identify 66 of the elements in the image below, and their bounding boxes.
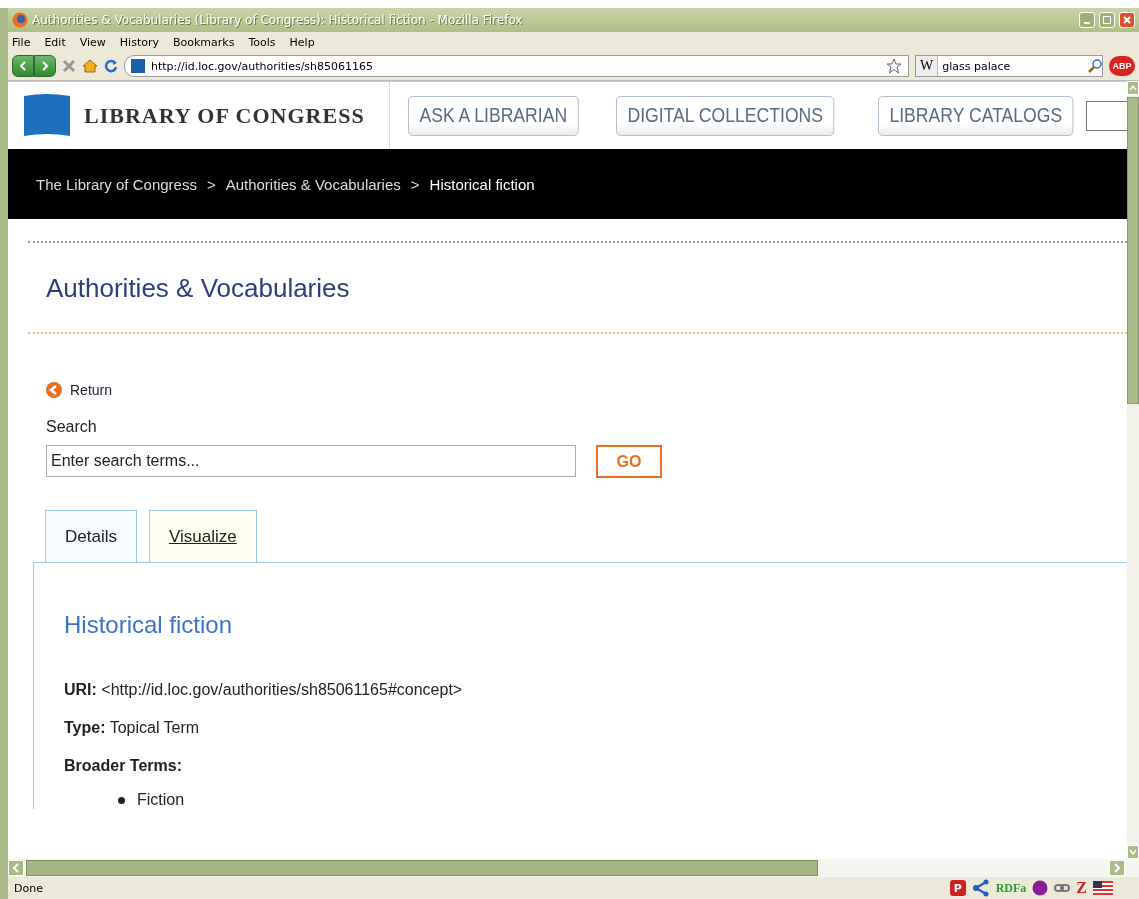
scrollbar-thumb[interactable] (26, 860, 818, 876)
menu-item[interactable]: Edit (44, 35, 66, 49)
record-field: Type: Topical Term (64, 719, 1127, 737)
status-icon[interactable]: P (949, 880, 966, 896)
scroll-up-button[interactable] (1127, 81, 1139, 95)
status-text: Done (14, 881, 44, 895)
stop-button[interactable] (62, 59, 76, 73)
menu-item[interactable]: Bookmarks (173, 35, 235, 49)
field-label: Broader Terms: (64, 757, 183, 775)
library-logo-icon (24, 93, 70, 138)
scrollbar-thumb[interactable] (1127, 97, 1139, 404)
breadcrumb-separator: > (206, 175, 216, 193)
bullet-icon (118, 796, 125, 804)
tab[interactable]: Visualize (148, 510, 257, 562)
window-title: Authorities & Vocabularies (Library of Congress): Historical fiction - Mozilla Firefox (32, 13, 524, 27)
network-icon[interactable] (971, 879, 990, 897)
close-icon (62, 59, 76, 73)
record-heading: Historical fiction (64, 611, 234, 639)
record-field: URI: <http://id.loc.gov/authorities/sh85061165#concept> (64, 681, 1127, 699)
reload-button[interactable] (104, 59, 118, 73)
term-text: Fiction (137, 791, 185, 809)
menu-item[interactable]: History (119, 35, 159, 49)
close-button[interactable] (1119, 12, 1135, 28)
adblock-button[interactable]: ABP (1109, 56, 1135, 76)
orb-icon[interactable] (1032, 880, 1049, 896)
menu-item[interactable]: Tools (248, 35, 276, 49)
return-link[interactable]: Return (46, 382, 1127, 398)
scroll-left-button[interactable] (8, 860, 24, 876)
caret-up-icon (1129, 85, 1137, 91)
header-button[interactable]: DIGITAL COLLECTIONS (615, 95, 834, 136)
reload-icon (104, 59, 118, 73)
tab[interactable]: Details (45, 510, 137, 562)
breadcrumb-separator: > (410, 175, 420, 193)
status-icon[interactable]: Z (1076, 879, 1087, 897)
flag-icon[interactable] (1093, 881, 1113, 895)
breadcrumb-link[interactable]: Historical fiction (429, 175, 535, 193)
menu-item[interactable]: Help (289, 35, 315, 49)
breadcrumb-link[interactable]: The Library of Congress (36, 175, 197, 193)
search-input[interactable]: Enter search terms... (46, 445, 576, 477)
caret-down-icon (1129, 849, 1137, 855)
site-icon (131, 59, 145, 73)
forward-button[interactable] (34, 55, 56, 77)
maximize-button[interactable] (1099, 12, 1115, 28)
menu-item[interactable]: View (79, 35, 106, 49)
browser-logo-icon (12, 12, 28, 28)
scroll-right-button[interactable] (1109, 860, 1125, 876)
maximize-icon (1103, 16, 1111, 24)
back-button[interactable] (12, 55, 34, 77)
star-icon[interactable] (886, 58, 902, 74)
link-icon[interactable] (1054, 883, 1071, 893)
menu-item[interactable]: File (12, 35, 31, 49)
page-title: Authorities & Vocabularies (46, 273, 351, 304)
home-button[interactable] (82, 59, 98, 73)
breadcrumb-link[interactable]: Authorities & Vocabularies (225, 175, 401, 193)
search-field[interactable]: W glass palace (915, 55, 1103, 77)
search-engine-button[interactable]: W (916, 56, 939, 76)
search-icon (1088, 59, 1102, 73)
header-button[interactable]: ASK A LIBRARIAN (407, 95, 579, 136)
minimize-button[interactable] (1079, 12, 1095, 28)
search-label: Search (46, 418, 98, 436)
address-bar[interactable]: http://id.loc.gov/authorities/sh85061165 (124, 55, 909, 77)
logo-text: LIBRARY OF CONGRESS (84, 102, 365, 129)
header-button[interactable]: LIBRARY CATALOGS (877, 95, 1074, 136)
scroll-down-button[interactable] (1127, 845, 1139, 859)
home-icon (82, 59, 98, 73)
close-icon (1123, 16, 1131, 24)
